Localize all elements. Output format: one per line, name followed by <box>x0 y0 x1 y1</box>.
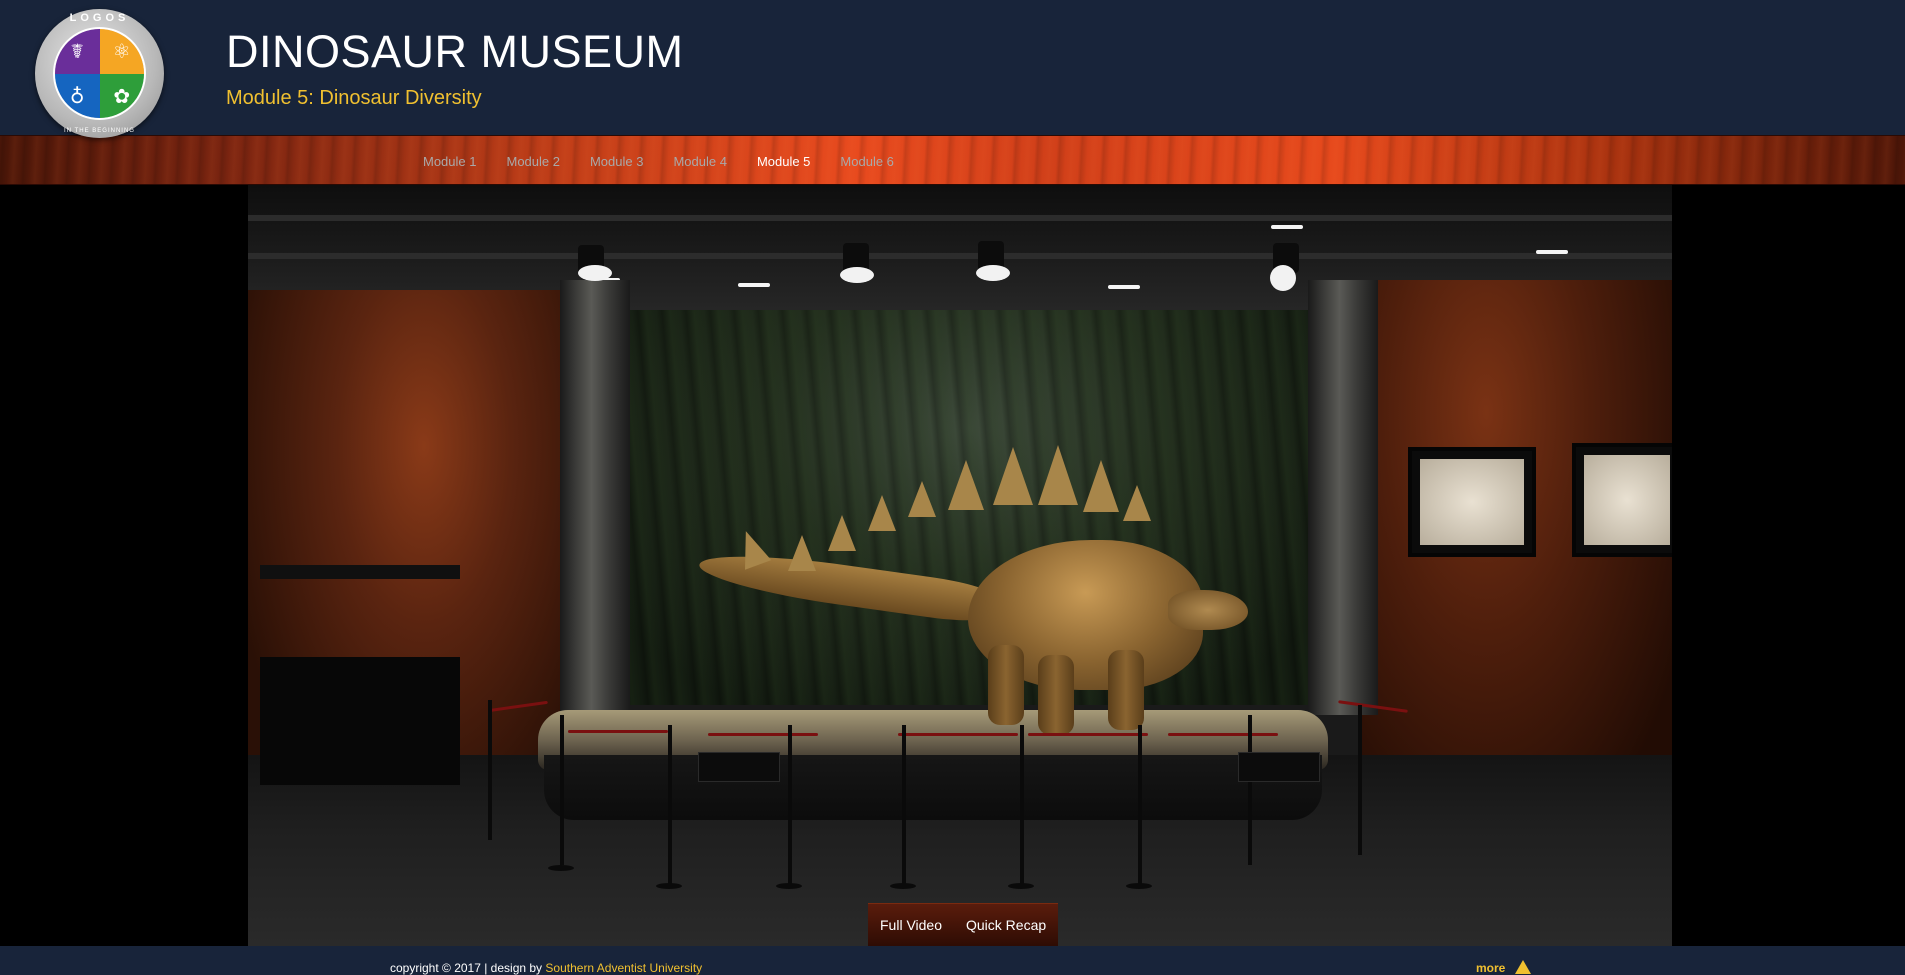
logo-quadrants: ☤ ⚛ ♁ ✿ <box>53 27 146 120</box>
stegosaurus-leg <box>1108 650 1144 730</box>
ceiling-light <box>1271 225 1303 229</box>
barrier-rope <box>898 733 1018 736</box>
stegosaurus-leg <box>988 645 1024 725</box>
copyright-text: copyright © 2017 | design by Southern Ad… <box>390 961 702 975</box>
ceiling-light <box>738 283 770 287</box>
site-header: LOGOS ☤ ⚛ ♁ ✿ IN THE BEGINNING DINOSAUR … <box>0 0 1905 138</box>
barrier-post <box>902 725 906 885</box>
stegosaurus-plate <box>908 481 936 517</box>
barrier-rope <box>1168 733 1278 736</box>
site-title: DINOSAUR MUSEUM <box>226 26 684 77</box>
stegosaurus-painting <box>1408 447 1536 557</box>
dna-icon: ☤ <box>55 29 100 74</box>
nav-item-module-4[interactable]: Module 4 <box>658 154 741 169</box>
right-margin <box>1672 185 1905 946</box>
logo-ring-text-bottom: IN THE BEGINNING <box>64 128 135 134</box>
nav-item-module-3[interactable]: Module 3 <box>575 154 658 169</box>
module-title: Module 5: Dinosaur Diversity <box>226 87 482 109</box>
left-margin <box>0 185 248 946</box>
barrier-post-base <box>776 883 802 889</box>
spotlight-lens <box>578 265 612 281</box>
logos-logo[interactable]: LOGOS ☤ ⚛ ♁ ✿ IN THE BEGINNING <box>35 9 164 138</box>
barrier-post <box>1138 725 1142 885</box>
full-video-button[interactable]: Full Video <box>868 903 955 946</box>
barrier-rope <box>1028 733 1148 736</box>
exhibit-viewer[interactable]: Full Video Quick Recap <box>248 185 1672 946</box>
site-footer: copyright © 2017 | design by Southern Ad… <box>0 946 1905 975</box>
spotlight-lens <box>840 267 874 283</box>
barrier-post-base <box>656 883 682 889</box>
stegosaurus-plate <box>788 535 816 571</box>
atom-icon: ⚛ <box>99 29 144 74</box>
barrier-rope <box>708 733 818 736</box>
stegosaurus-leg <box>1038 655 1074 735</box>
more-link[interactable]: more <box>1476 961 1505 975</box>
info-sign <box>1238 752 1320 782</box>
quick-recap-button[interactable]: Quick Recap <box>954 903 1059 946</box>
stegosaurus-plate <box>1123 485 1151 521</box>
spotlight-lens <box>1270 265 1296 291</box>
barrier-post <box>488 700 492 840</box>
barrier-post-base <box>1126 883 1152 889</box>
fossil-showcase-lid <box>260 565 460 579</box>
ceiling-light <box>1536 250 1568 254</box>
nav-item-module-1[interactable]: Module 1 <box>408 154 491 169</box>
barrier-post-base <box>548 865 574 871</box>
barrier-post <box>668 725 672 885</box>
info-sign <box>698 752 780 782</box>
spotlight-lens <box>976 265 1010 281</box>
flower-icon: ✿ <box>99 73 144 118</box>
barrier-rope <box>568 730 668 733</box>
pillar-right <box>1308 280 1378 715</box>
stegosaurus-head <box>1168 590 1248 630</box>
credit-link[interactable]: Southern Adventist University <box>545 961 702 975</box>
module-nav: Module 1 Module 2 Module 3 Module 4 Modu… <box>0 135 1905 185</box>
pillar-left <box>560 280 630 715</box>
nav-item-module-6[interactable]: Module 6 <box>825 154 908 169</box>
nav-item-module-5[interactable]: Module 5 <box>742 154 825 169</box>
ceiling-light <box>1108 285 1140 289</box>
stegosaurus-plate <box>868 495 896 531</box>
stegosaurus-plate <box>948 460 984 510</box>
barrier-post <box>560 715 564 865</box>
stegosaurus-plate <box>1038 445 1078 505</box>
barrier-post-base <box>890 883 916 889</box>
barrier-post-base <box>1008 883 1034 889</box>
logo-ring-text-top: LOGOS <box>69 12 130 24</box>
stegosaurus-plate <box>828 515 856 551</box>
planet-icon: ♁ <box>55 73 100 118</box>
nav-item-module-2[interactable]: Module 2 <box>491 154 574 169</box>
stegosaurus-plate <box>1083 460 1119 512</box>
up-triangle-icon[interactable] <box>1515 960 1531 974</box>
stegosaurus-painting <box>1572 443 1672 557</box>
barrier-post <box>788 725 792 885</box>
barrier-post <box>1248 715 1252 865</box>
stegosaurus-plate <box>993 447 1033 505</box>
copyright-prefix: copyright © 2017 | design by <box>390 961 543 975</box>
barrier-post <box>1020 725 1024 885</box>
exhibit-platform-base <box>544 755 1322 820</box>
barrier-post <box>1358 705 1362 855</box>
fossil-showcase <box>260 657 460 785</box>
